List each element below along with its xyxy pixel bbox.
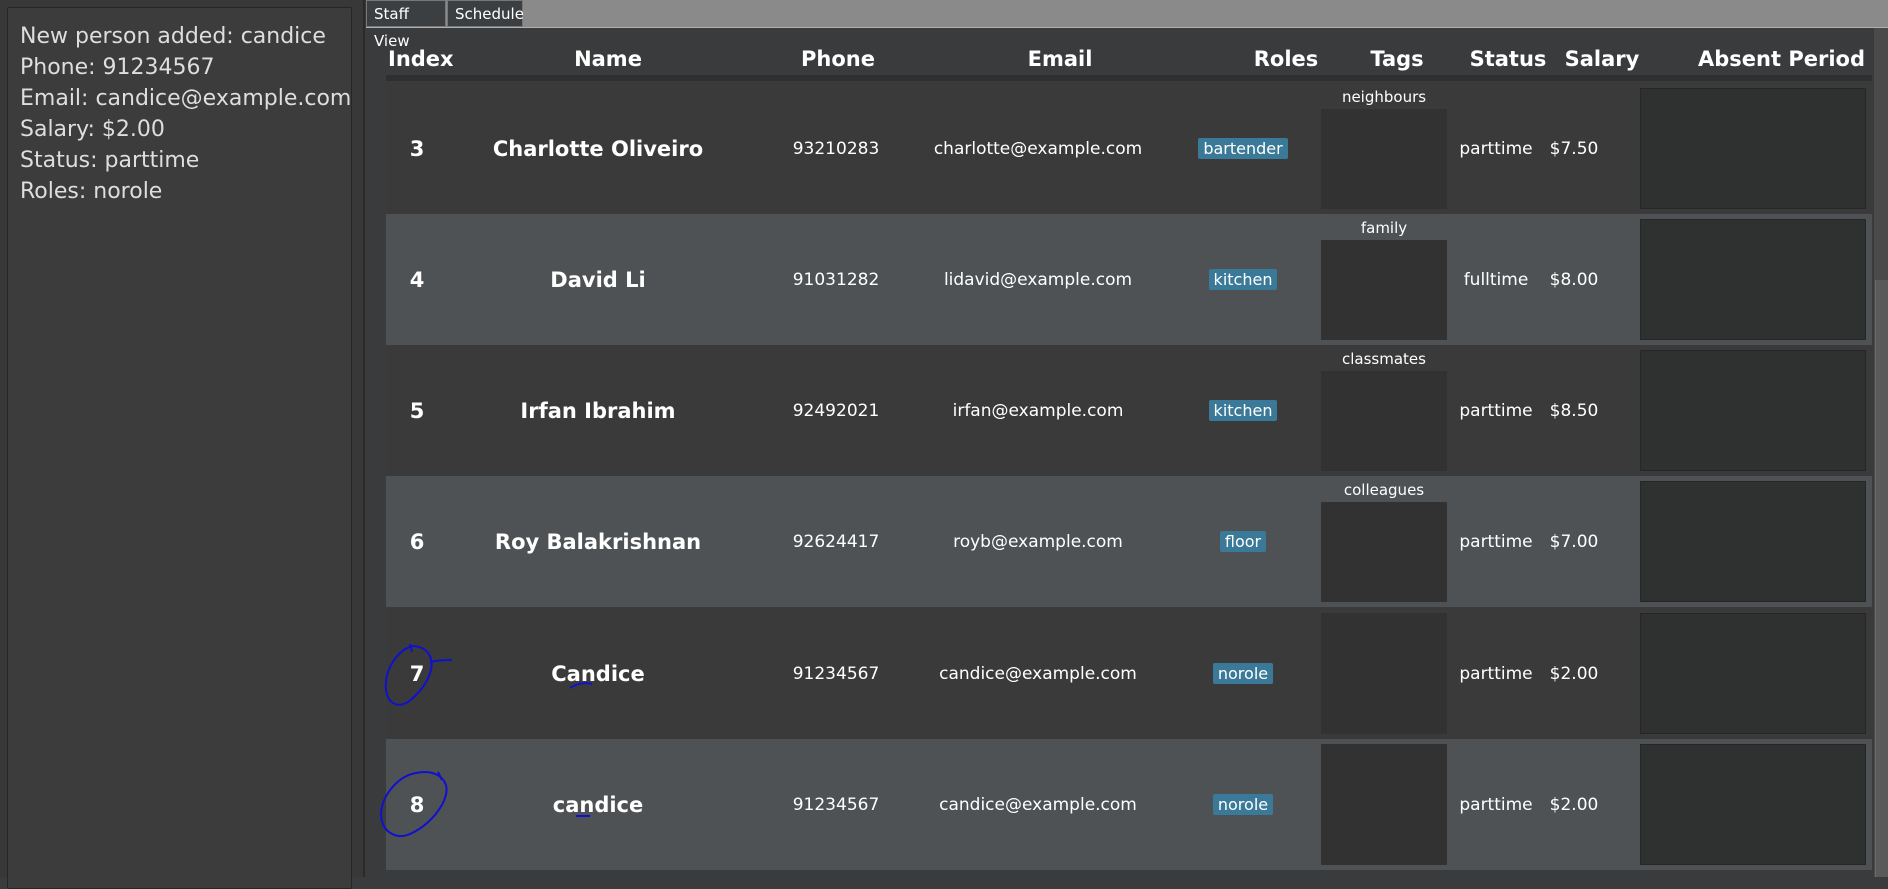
tag-label: classmates [1321, 350, 1447, 371]
absent-period-box [1640, 219, 1866, 340]
absent-period-box [1640, 481, 1866, 602]
row-status: parttime [1459, 138, 1533, 159]
row-role: kitchen [1200, 214, 1286, 345]
result-line: Email: candice@example.com [20, 86, 352, 111]
result-line: Phone: 91234567 [20, 55, 215, 80]
column-header-absent-period: Absent Period [1698, 47, 1865, 71]
tag-label: family [1321, 219, 1447, 240]
row-index: 6 [409, 529, 425, 554]
row-name: David Li [550, 267, 646, 292]
row-status: parttime [1459, 531, 1533, 552]
row-email: lidavid@example.com [943, 269, 1133, 290]
tag-box: neighbours [1321, 88, 1447, 209]
row-phone: 92492021 [792, 400, 880, 421]
column-header-index: Index [388, 47, 454, 71]
table-row[interactable]: 3 Charlotte Oliveiro 93210283 charlotte@… [386, 83, 1872, 214]
row-salary: $2.00 [1549, 663, 1599, 684]
tag-box: classmates [1321, 350, 1447, 471]
tab-staff-view[interactable]: Staff View [366, 0, 446, 50]
column-header-phone: Phone [801, 47, 875, 71]
role-badge: floor [1219, 531, 1267, 552]
table-row[interactable]: 6 Roy Balakrishnan 92624417 royb@example… [386, 476, 1872, 607]
row-salary: $8.00 [1549, 269, 1599, 290]
scrollbar-thumb[interactable] [1875, 280, 1888, 877]
row-status: parttime [1459, 794, 1533, 815]
row-name: candice [552, 792, 644, 817]
result-line: Salary: $2.00 [20, 117, 165, 142]
header-divider [386, 75, 1872, 81]
absent-period-box [1640, 744, 1866, 865]
row-salary: $7.00 [1549, 531, 1599, 552]
row-email: candice@example.com [939, 794, 1137, 815]
column-header-roles: Roles [1253, 47, 1319, 71]
row-name: Charlotte Oliveiro [492, 136, 704, 161]
tag-box [1321, 613, 1447, 734]
tag-label: neighbours [1321, 88, 1447, 109]
result-line: New person added: candice [20, 24, 326, 49]
row-role: kitchen [1200, 345, 1286, 476]
result-line: Status: parttime [20, 148, 200, 173]
row-salary: $8.50 [1549, 400, 1599, 421]
role-badge: norole [1212, 663, 1274, 684]
row-index: 3 [409, 136, 425, 161]
row-email: candice@example.com [939, 663, 1137, 684]
tag-box: colleagues [1321, 481, 1447, 602]
result-line: Roles: norole [20, 179, 163, 204]
table-row[interactable]: 5 Irfan Ibrahim 92492021 irfan@example.c… [386, 345, 1872, 476]
row-role: bartender [1198, 83, 1288, 214]
row-role: norole [1200, 739, 1286, 870]
role-badge: bartender [1198, 138, 1288, 159]
column-header-name: Name [574, 47, 642, 71]
role-badge: kitchen [1208, 269, 1278, 290]
column-header-email: Email [1027, 47, 1093, 71]
absent-period-box [1640, 88, 1866, 209]
row-email: royb@example.com [953, 531, 1123, 552]
row-index: 7 [409, 661, 425, 686]
role-badge: kitchen [1208, 400, 1278, 421]
row-role: floor [1200, 476, 1286, 607]
command-result-panel: New person added: candice Phone: 9123456… [0, 0, 365, 889]
table-header: Index Name Phone Email Roles Tags Status… [388, 47, 1865, 77]
tab-bar: Staff View Schedule [366, 0, 1888, 50]
row-index: 5 [409, 398, 425, 423]
row-phone: 92624417 [792, 531, 880, 552]
row-salary: $2.00 [1549, 794, 1599, 815]
row-index: 4 [409, 267, 425, 292]
row-name: Irfan Ibrahim [520, 398, 676, 423]
role-badge: norole [1212, 794, 1274, 815]
row-status: parttime [1459, 663, 1533, 684]
row-status: fulltime [1463, 269, 1529, 290]
column-header-status: Status [1469, 47, 1547, 71]
table-row[interactable]: 8 candice 91234567 candice@example.com n… [386, 739, 1872, 870]
row-index: 8 [409, 792, 425, 817]
row-name: Candice [551, 661, 645, 686]
tag-box: family [1321, 219, 1447, 340]
row-name: Roy Balakrishnan [494, 529, 702, 554]
row-salary: $7.50 [1549, 138, 1599, 159]
table-row[interactable]: 7 Candice 91234567 candice@example.com n… [386, 608, 1872, 739]
column-header-salary: Salary [1564, 47, 1640, 71]
row-phone: 93210283 [792, 138, 880, 159]
absent-period-box [1640, 613, 1866, 734]
table-row[interactable]: 4 David Li 91031282 lidavid@example.com … [386, 214, 1872, 345]
tab-schedule[interactable]: Schedule [447, 0, 524, 27]
column-header-tags: Tags [1370, 47, 1424, 71]
tag-label: colleagues [1321, 481, 1447, 502]
row-email: charlotte@example.com [933, 138, 1143, 159]
row-phone: 91234567 [792, 794, 880, 815]
row-email: irfan@example.com [952, 400, 1124, 421]
absent-period-box [1640, 350, 1866, 471]
result-display: New person added: candice Phone: 9123456… [7, 7, 352, 889]
row-status: parttime [1459, 400, 1533, 421]
tag-box [1321, 744, 1447, 865]
row-phone: 91234567 [792, 663, 880, 684]
row-role: norole [1200, 608, 1286, 739]
row-phone: 91031282 [792, 269, 880, 290]
staff-table-area: Staff View Schedule Index Name Phone Ema… [366, 0, 1888, 877]
